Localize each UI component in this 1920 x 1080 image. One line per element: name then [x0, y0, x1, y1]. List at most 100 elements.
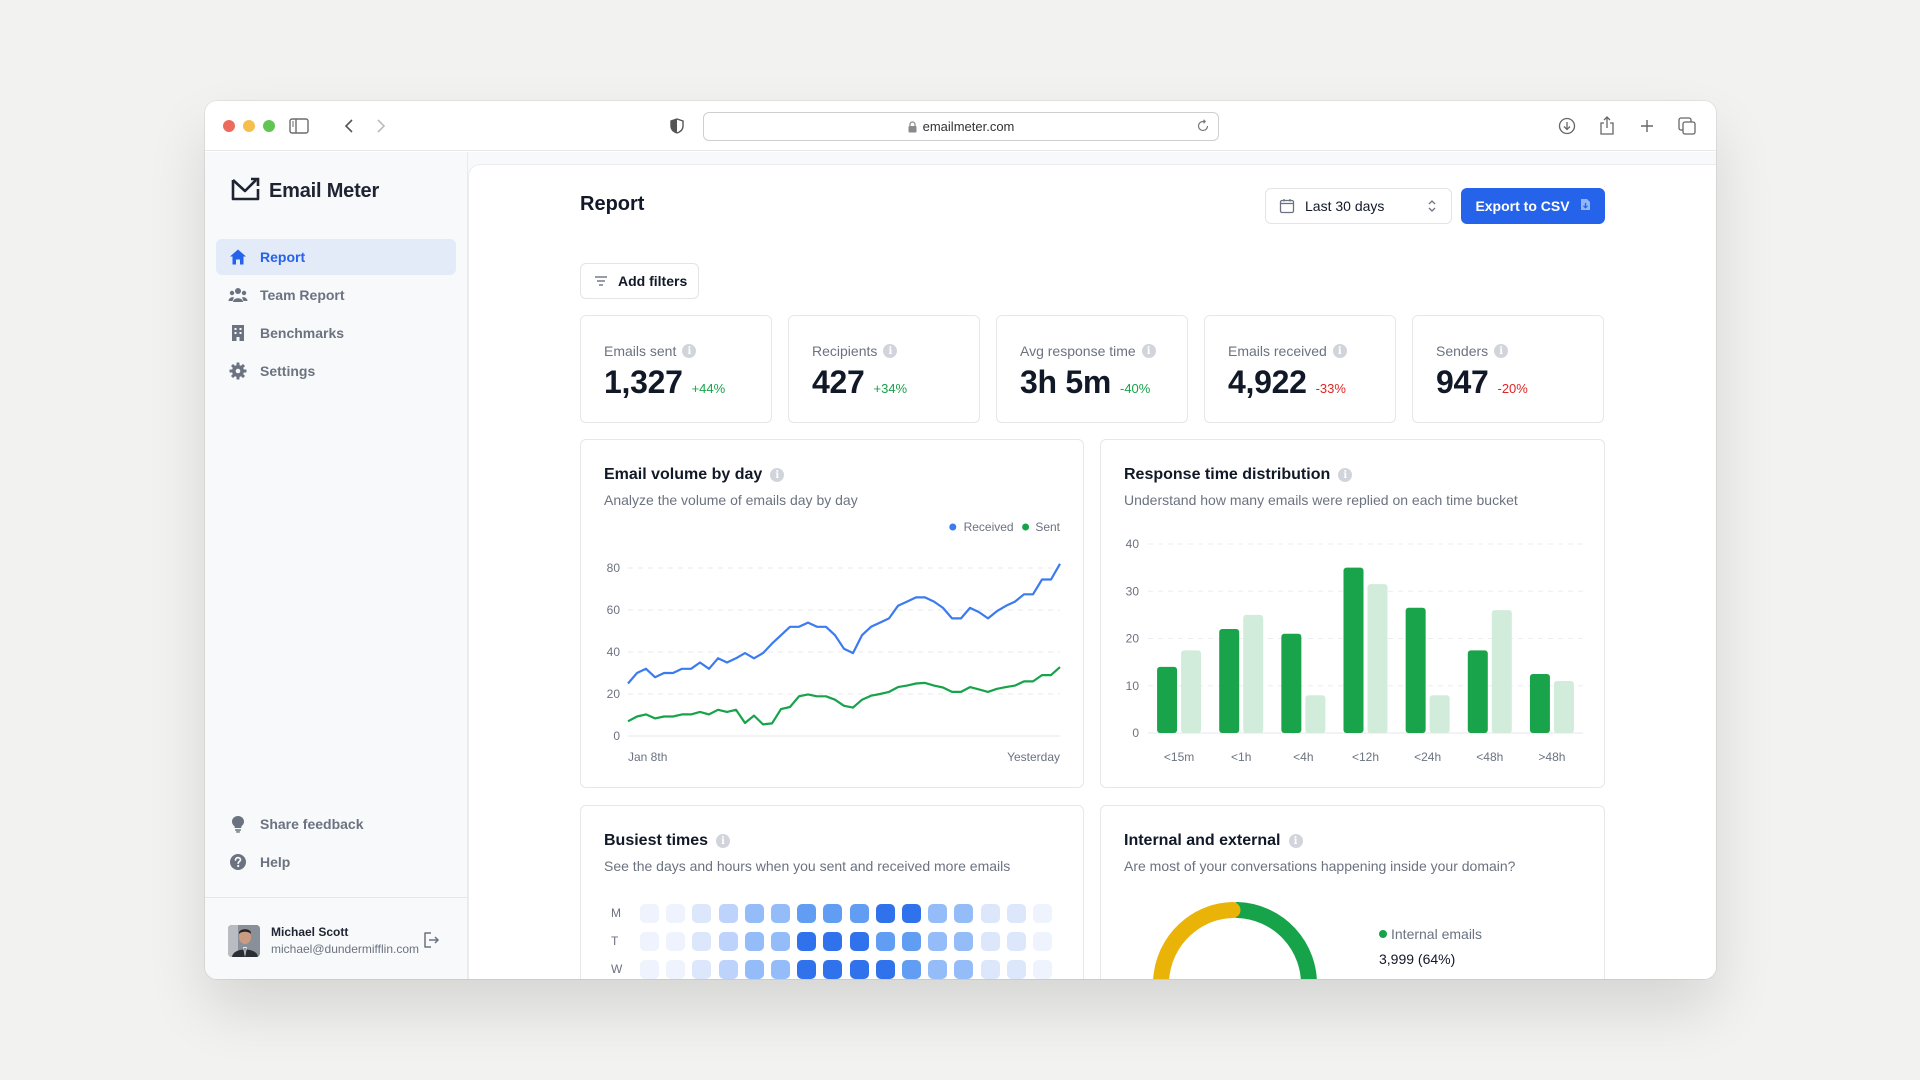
heatmap-cell[interactable] [640, 960, 659, 979]
heatmap-cell[interactable] [1033, 904, 1052, 923]
stat-card-recipients[interactable]: Recipients i 427 +34% [788, 315, 980, 423]
heatmap-cell[interactable] [797, 960, 817, 979]
url-text: emailmeter.com [922, 119, 1015, 134]
heatmap-cell[interactable] [1033, 932, 1052, 951]
heatmap-cell[interactable] [1006, 960, 1026, 979]
info-icon[interactable]: i [1338, 468, 1353, 482]
heatmap-cell[interactable] [666, 960, 686, 979]
close-window-button[interactable] [223, 120, 235, 132]
bar-light [1243, 614, 1264, 733]
maximize-window-button[interactable] [263, 120, 275, 132]
minimize-window-button[interactable] [243, 120, 255, 132]
heatmap-cell[interactable] [744, 904, 764, 923]
user-name: Michael Scott [271, 925, 349, 939]
date-range-select[interactable]: Last 30 days [1265, 188, 1452, 224]
sidebar-item-share-feedback[interactable]: Share feedback [216, 806, 456, 842]
add-filters-button[interactable]: Add filters [580, 263, 699, 299]
address-bar[interactable]: emailmeter.com [703, 112, 1219, 141]
download-icon[interactable] [1555, 114, 1579, 138]
brand[interactable]: Email Meter [231, 176, 379, 207]
heatmap-cell[interactable] [1006, 932, 1026, 951]
heatmap-cell[interactable] [954, 960, 974, 979]
stat-card-emails-sent[interactable]: Emails sent i 1,327 +44% [580, 315, 772, 423]
heatmap-cell[interactable] [692, 904, 712, 923]
reload-icon[interactable] [1196, 119, 1210, 133]
y-tick-label: 0 [1132, 726, 1139, 740]
heatmap-cell[interactable] [771, 932, 790, 951]
heatmap-cell[interactable] [692, 932, 712, 951]
heatmap-cell[interactable] [718, 932, 738, 951]
legend-value: 3,999 (64%) [1379, 951, 1456, 967]
tabs-overview-icon[interactable] [1675, 114, 1699, 138]
avatar[interactable] [228, 925, 260, 957]
stat-card-emails-received[interactable]: Emails received i 4,922 -33% [1204, 315, 1396, 423]
heatmap-cell[interactable] [902, 932, 921, 951]
sidebar-bottom-nav: Share feedback Help [216, 806, 456, 882]
heatmap-cell[interactable] [875, 960, 895, 979]
stat-card-senders[interactable]: Senders i 947 -20% [1412, 315, 1604, 423]
heatmap-cell[interactable] [980, 904, 1000, 923]
heatmap-cell[interactable] [666, 904, 686, 923]
heatmap-cell[interactable] [640, 932, 659, 951]
info-icon[interactable]: i [1332, 344, 1347, 358]
heatmap-cell[interactable] [954, 932, 974, 951]
heatmap-cell[interactable] [980, 932, 1000, 951]
heatmap-cell[interactable] [902, 904, 921, 923]
sidebar-item-benchmarks[interactable]: Benchmarks [216, 315, 456, 351]
heatmap-cell[interactable] [849, 960, 869, 979]
heatmap-cell[interactable] [771, 904, 790, 923]
series-line-sent [627, 666, 1061, 726]
heatmap-cell[interactable] [875, 904, 895, 923]
x-tick-label: <4h [1293, 750, 1313, 764]
heatmap-cell[interactable] [980, 960, 1000, 979]
heatmap-cell[interactable] [692, 960, 712, 979]
heatmap-cell[interactable] [744, 960, 764, 979]
info-icon[interactable]: i [716, 834, 731, 848]
info-icon[interactable]: i [1141, 344, 1156, 358]
heatmap-cell[interactable] [823, 960, 843, 979]
sidebar-item-help[interactable]: Help [216, 844, 456, 880]
forward-icon[interactable] [369, 114, 393, 138]
heatmap-cell[interactable] [928, 904, 948, 923]
legend-label: Sent [1035, 520, 1060, 534]
heatmap-cell[interactable] [902, 960, 921, 979]
stat-label: Emails sent [604, 343, 677, 359]
heatmap-cell[interactable] [875, 932, 895, 951]
sidebar-item-team-report[interactable]: Team Report [216, 277, 456, 313]
heatmap-cell[interactable] [797, 932, 817, 951]
heatmap-cell[interactable] [928, 932, 948, 951]
heatmap-cell[interactable] [744, 932, 764, 951]
export-csv-button[interactable]: Export to CSV [1461, 188, 1605, 224]
sidebar-item-settings[interactable]: Settings [216, 353, 456, 389]
sidebar-toggle-icon[interactable] [287, 114, 311, 138]
new-tab-icon[interactable] [1635, 114, 1659, 138]
heatmap-cell[interactable] [640, 904, 659, 923]
back-icon[interactable] [337, 114, 361, 138]
info-icon[interactable]: i [1494, 344, 1509, 358]
heatmap-cell[interactable] [1006, 904, 1026, 923]
heatmap-cell[interactable] [849, 932, 869, 951]
heatmap-cell[interactable] [823, 904, 843, 923]
heatmap-cell[interactable] [718, 960, 738, 979]
heatmap-cell[interactable] [666, 932, 686, 951]
heatmap-cell[interactable] [954, 904, 974, 923]
heatmap-cell[interactable] [1033, 960, 1052, 979]
heatmap-cell[interactable] [928, 960, 948, 979]
heatmap-cell[interactable] [771, 960, 790, 979]
heatmap-cell[interactable] [797, 904, 817, 923]
heatmap-cell[interactable] [849, 904, 869, 923]
heatmap-cell[interactable] [823, 932, 843, 951]
logout-icon[interactable] [422, 931, 440, 949]
x-tick-label: <48h [1476, 750, 1503, 764]
shield-icon[interactable] [665, 114, 689, 138]
x-tick-label: <12h [1352, 750, 1379, 764]
info-icon[interactable]: i [682, 344, 697, 358]
email-volume-card: 0 20 40 60 80 Jan 8th Yesterday Sent Received Em… [580, 439, 1084, 788]
heatmap-cell[interactable] [718, 904, 738, 923]
info-icon[interactable]: i [883, 344, 898, 358]
bar-light [1305, 695, 1326, 733]
share-icon[interactable] [1595, 114, 1619, 138]
stat-card-avg-response-time[interactable]: Avg response time i 3h 5m -40% [996, 315, 1188, 423]
sidebar-item-report[interactable]: Report [216, 239, 456, 275]
info-icon[interactable]: i [770, 468, 785, 482]
